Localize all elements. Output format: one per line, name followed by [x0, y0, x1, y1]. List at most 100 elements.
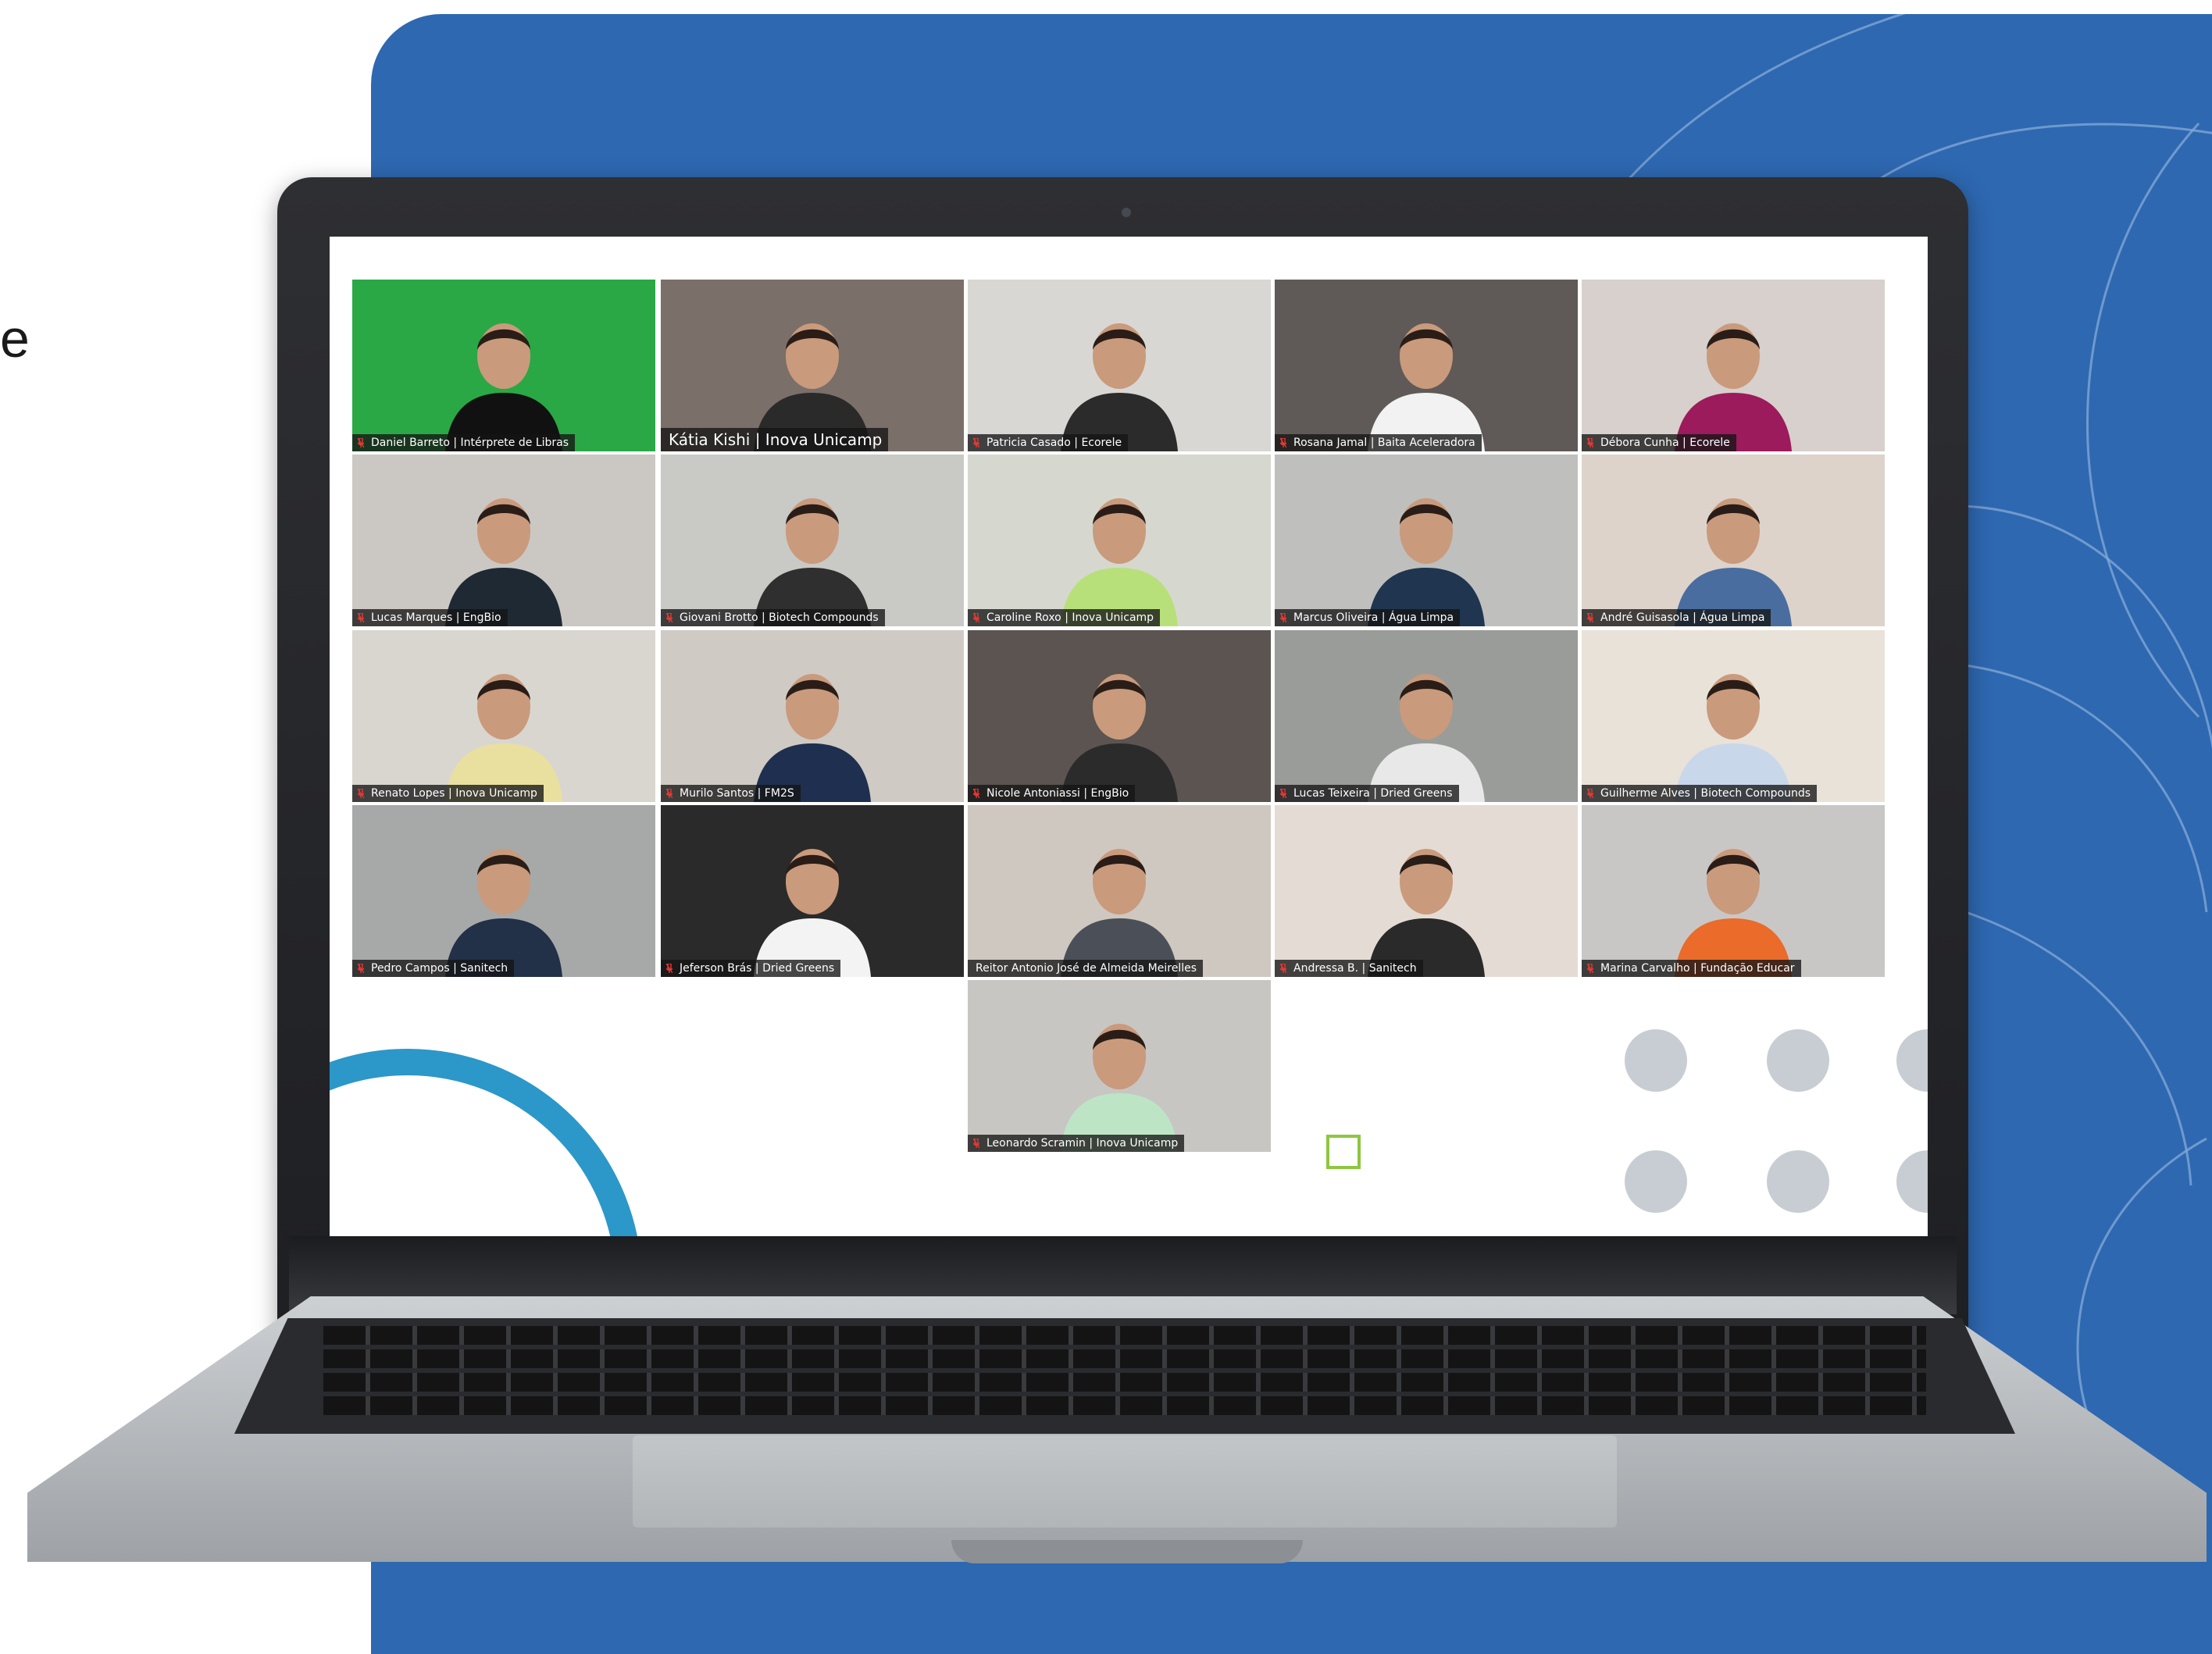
screen-decorative-dot	[1896, 1029, 1928, 1092]
participant-name-label: Pedro Campos | Sanitech	[352, 960, 515, 977]
participant-name-label: Kátia Kishi | Inova Unicamp	[661, 428, 889, 451]
participant-name-label: Marina Carvalho | Fundação Educar	[1582, 960, 1801, 977]
laptop-screen: Daniel Barreto | Intérprete de Libras Kát…	[330, 237, 1928, 1236]
participant-name-text: André Guisasola | Água Limpa	[1600, 611, 1765, 624]
participant-avatar	[445, 849, 562, 977]
participant-name-label: Andressa B. | Sanitech	[1275, 960, 1423, 977]
participant-name-text: Andressa B. | Sanitech	[1293, 962, 1417, 975]
muted-mic-icon	[973, 613, 979, 622]
participant-name-label: Lucas Teixeira | Dried Greens	[1275, 785, 1459, 802]
participant-name-text: Marcus Oliveira | Água Limpa	[1293, 611, 1454, 624]
participant-avatar	[1061, 323, 1178, 451]
participant-name-label: Débora Cunha | Ecorele	[1582, 434, 1736, 451]
participant-avatar	[445, 674, 562, 802]
participant-name-text: Leonardo Scramin | Inova Unicamp	[986, 1137, 1179, 1150]
muted-mic-icon	[1280, 789, 1286, 798]
participant-video-tile[interactable]: Giovani Brotto | Biotech Compounds	[661, 454, 964, 626]
participant-name-text: Giovani Brotto | Biotech Compounds	[680, 611, 879, 624]
muted-mic-icon	[1587, 964, 1593, 973]
screen-decorative-dot	[1767, 1029, 1829, 1092]
participant-name-text: Kátia Kishi | Inova Unicamp	[669, 430, 883, 449]
participant-avatar	[1368, 498, 1485, 626]
participant-avatar	[1061, 674, 1178, 802]
participant-name-label: Giovani Brotto | Biotech Compounds	[661, 609, 885, 626]
participant-video-tile[interactable]: André Guisasola | Água Limpa	[1582, 454, 1885, 626]
screen-decorative-square	[1326, 1135, 1361, 1169]
participant-name-label: Nicole Antoniassi | EngBio	[968, 785, 1136, 802]
participant-avatar	[1675, 674, 1792, 802]
muted-mic-icon	[666, 789, 673, 798]
participant-name-label: Guilherme Alves | Biotech Compounds	[1582, 785, 1818, 802]
participant-avatar	[1061, 498, 1178, 626]
participant-video-tile[interactable]: Lucas Marques | EngBio	[352, 454, 655, 626]
muted-mic-icon	[973, 789, 979, 798]
participant-name-text: Guilherme Alves | Biotech Compounds	[1600, 787, 1811, 800]
participant-name-text: Caroline Roxo | Inova Unicamp	[986, 611, 1154, 624]
participant-video-tile[interactable]: Andressa B. | Sanitech	[1275, 805, 1578, 977]
participant-avatar	[445, 323, 562, 451]
participant-video-tile[interactable]: Nicole Antoniassi | EngBio	[968, 630, 1271, 802]
screen-decorative-arc	[330, 1049, 642, 1236]
participant-video-tile[interactable]: Jeferson Brás | Dried Greens	[661, 805, 964, 977]
participant-video-tile[interactable]: Patricia Casado | Ecorele	[968, 280, 1271, 451]
participant-name-text: Renato Lopes | Inova Unicamp	[371, 787, 537, 800]
muted-mic-icon	[1587, 789, 1593, 798]
page-edge-text: e	[0, 309, 30, 369]
webcam-icon	[1122, 208, 1131, 217]
muted-mic-icon	[1587, 613, 1593, 622]
trackpad	[633, 1435, 1617, 1527]
participant-name-text: Nicole Antoniassi | EngBio	[986, 787, 1129, 800]
participant-name-text: Daniel Barreto | Intérprete de Libras	[371, 437, 569, 449]
participant-avatar	[1368, 849, 1485, 977]
participant-name-label: Leonardo Scramin | Inova Unicamp	[968, 1135, 1185, 1152]
participant-name-label: Daniel Barreto | Intérprete de Libras	[352, 434, 576, 451]
participant-name-text: Marina Carvalho | Fundação Educar	[1600, 962, 1795, 975]
participant-avatar	[1061, 849, 1178, 977]
participant-name-label: André Guisasola | Água Limpa	[1582, 609, 1771, 626]
participant-name-label: Patricia Casado | Ecorele	[968, 434, 1129, 451]
participant-name-label: Reitor Antonio José de Almeida Meirelles	[968, 960, 1204, 977]
participant-name-text: Jeferson Brás | Dried Greens	[680, 962, 835, 975]
participant-avatar	[1061, 1024, 1178, 1152]
participant-name-text: Débora Cunha | Ecorele	[1600, 437, 1730, 449]
participant-video-tile[interactable]: Pedro Campos | Sanitech	[352, 805, 655, 977]
participant-video-tile[interactable]: Kátia Kishi | Inova Unicamp	[661, 280, 964, 451]
participant-avatar	[445, 498, 562, 626]
participant-avatar	[1675, 323, 1792, 451]
muted-mic-icon	[666, 964, 673, 973]
participant-video-tile[interactable]: Caroline Roxo | Inova Unicamp	[968, 454, 1271, 626]
participant-avatar	[754, 674, 871, 802]
muted-mic-icon	[1280, 438, 1286, 447]
participant-avatar	[754, 498, 871, 626]
participant-video-tile[interactable]: Lucas Teixeira | Dried Greens	[1275, 630, 1578, 802]
participant-video-tile[interactable]: Reitor Antonio José de Almeida Meirelles	[968, 805, 1271, 977]
participant-name-text: Reitor Antonio José de Almeida Meirelles	[976, 962, 1197, 975]
participant-name-text: Murilo Santos | FM2S	[680, 787, 794, 800]
participant-video-tile[interactable]: Marcus Oliveira | Água Limpa	[1275, 454, 1578, 626]
participant-video-tile[interactable]: Daniel Barreto | Intérprete de Libras	[352, 280, 655, 451]
participant-name-label: Jeferson Brás | Dried Greens	[661, 960, 841, 977]
participant-name-text: Pedro Campos | Sanitech	[371, 962, 508, 975]
muted-mic-icon	[973, 1139, 979, 1148]
laptop-front-notch	[951, 1540, 1303, 1563]
participant-name-label: Caroline Roxo | Inova Unicamp	[968, 609, 1161, 626]
participant-video-tile[interactable]: Murilo Santos | FM2S	[661, 630, 964, 802]
screen-decorative-dot	[1767, 1150, 1829, 1213]
participant-avatar	[754, 849, 871, 977]
muted-mic-icon	[1280, 613, 1286, 622]
participant-video-tile[interactable]: Guilherme Alves | Biotech Compounds	[1582, 630, 1885, 802]
muted-mic-icon	[358, 613, 364, 622]
participant-video-tile[interactable]: Rosana Jamal | Baita Aceleradora	[1275, 280, 1578, 451]
participant-video-tile[interactable]: Renato Lopes | Inova Unicamp	[352, 630, 655, 802]
participant-video-tile[interactable]: Leonardo Scramin | Inova Unicamp	[968, 980, 1271, 1152]
participant-video-tile[interactable]: Marina Carvalho | Fundação Educar	[1582, 805, 1885, 977]
muted-mic-icon	[1280, 964, 1286, 973]
muted-mic-icon	[358, 789, 364, 798]
participant-name-text: Patricia Casado | Ecorele	[986, 437, 1122, 449]
participant-name-label: Lucas Marques | EngBio	[352, 609, 508, 626]
screen-decorative-dot	[1896, 1150, 1928, 1213]
participant-name-label: Marcus Oliveira | Água Limpa	[1275, 609, 1461, 626]
muted-mic-icon	[666, 613, 673, 622]
participant-video-tile[interactable]: Débora Cunha | Ecorele	[1582, 280, 1885, 451]
participant-name-text: Lucas Marques | EngBio	[371, 611, 501, 624]
